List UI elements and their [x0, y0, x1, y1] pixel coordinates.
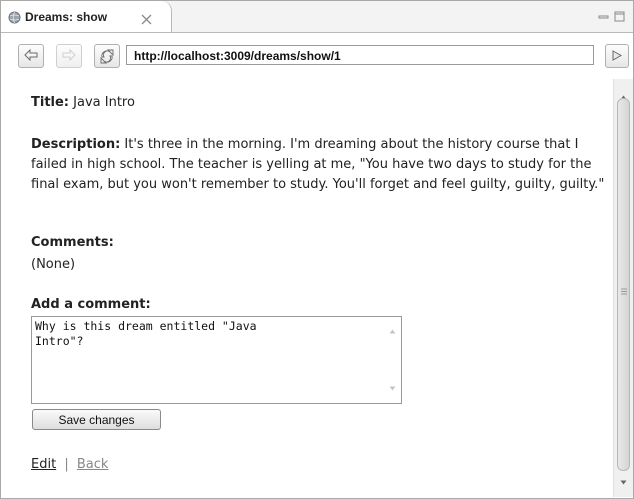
tab-title: Dreams: show — [25, 10, 108, 24]
edit-link[interactable]: Edit — [31, 457, 56, 472]
description: Description: It's three in the morning. … — [31, 135, 606, 195]
comment-text[interactable]: Why is this dream entitled "Java Intro"? — [35, 319, 380, 349]
globe-icon — [8, 9, 21, 28]
scroll-down-icon[interactable] — [620, 470, 627, 489]
back-button[interactable] — [18, 44, 44, 68]
tab-dreams-show[interactable]: Dreams: show — [1, 1, 172, 32]
minimize-icon[interactable] — [598, 7, 609, 26]
title-value: Java Intro — [73, 95, 135, 110]
back-link[interactable]: Back — [77, 457, 109, 472]
textarea-scroll-up-icon[interactable] — [389, 321, 396, 341]
title-line: Title: Java Intro — [31, 93, 135, 113]
browser-window: Dreams: show http://localhost:3009/dream… — [0, 0, 634, 499]
comments-value: (None) — [31, 257, 76, 272]
url-field[interactable]: http://localhost:3009/dreams/show/1 — [126, 45, 594, 65]
link-separator: | — [64, 457, 69, 472]
close-icon[interactable] — [141, 10, 152, 29]
go-button[interactable] — [605, 44, 629, 68]
description-label: Description: — [31, 137, 121, 152]
vertical-scrollbar[interactable] — [613, 79, 633, 497]
maximize-icon[interactable] — [614, 7, 625, 26]
navigation-toolbar: http://localhost:3009/dreams/show/1 — [1, 33, 633, 78]
refresh-button[interactable] — [94, 44, 120, 68]
title-label: Title: — [31, 95, 70, 110]
comment-textarea[interactable]: Why is this dream entitled "Java Intro"? — [31, 316, 402, 404]
add-comment-label: Add a comment: — [31, 297, 151, 312]
footer-links: Edit | Back — [31, 455, 108, 475]
tab-bar: Dreams: show — [1, 1, 633, 33]
scrollbar-thumb[interactable] — [617, 98, 630, 471]
grip-icon — [621, 280, 627, 299]
textarea-scroll-down-icon[interactable] — [389, 378, 396, 398]
page-content: Title: Java Intro Description: It's thre… — [1, 79, 611, 497]
comments-label: Comments: — [31, 235, 114, 250]
save-changes-button[interactable]: Save changes — [32, 409, 161, 430]
forward-button[interactable] — [56, 44, 82, 68]
